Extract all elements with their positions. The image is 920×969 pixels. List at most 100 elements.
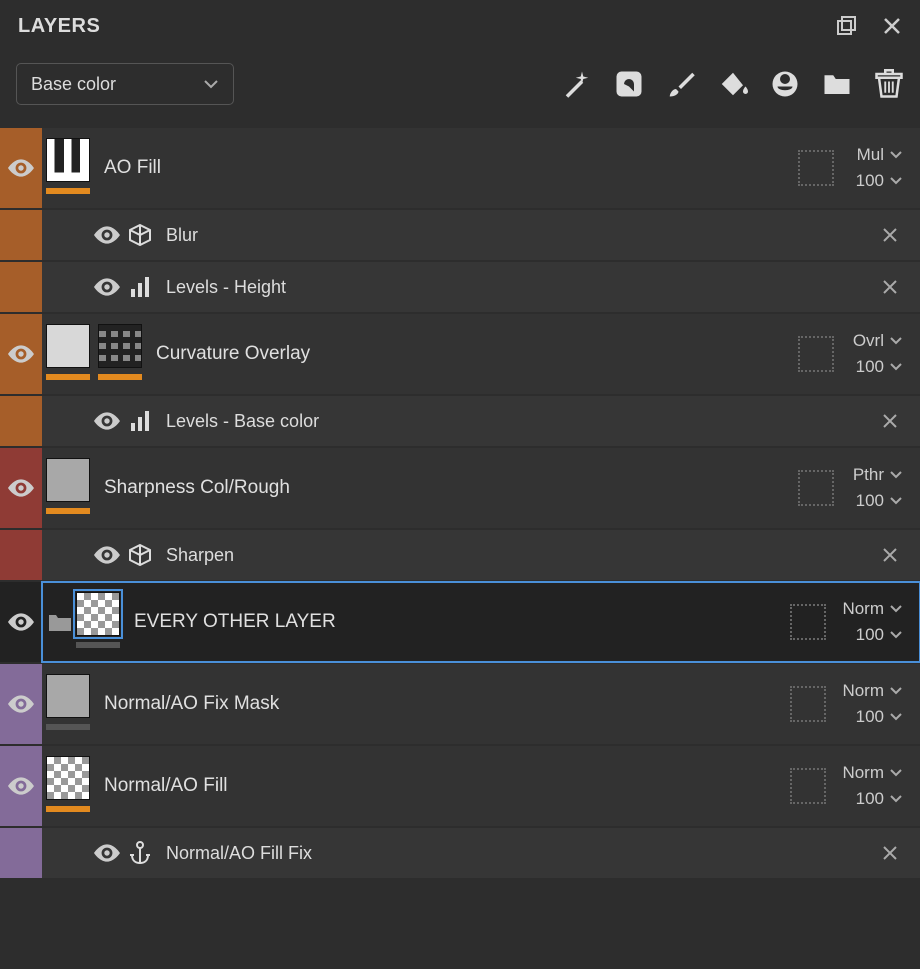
thumbnail[interactable]: [46, 458, 90, 502]
thumbnail[interactable]: [46, 674, 90, 718]
remove-icon[interactable]: [880, 280, 920, 294]
brush-icon[interactable]: [666, 69, 696, 99]
blend-mode-select[interactable]: Ovrl: [853, 331, 902, 351]
color-bar: [0, 582, 42, 662]
visibility-toggle[interactable]: [0, 158, 42, 178]
color-bar: [0, 746, 42, 826]
mask-slot[interactable]: [798, 470, 834, 506]
remove-icon[interactable]: [880, 846, 920, 860]
sublayer-label[interactable]: Sharpen: [166, 545, 234, 566]
visibility-toggle[interactable]: [86, 843, 128, 863]
sublayer-label[interactable]: Normal/AO Fill Fix: [166, 843, 312, 864]
layer-ao-fill[interactable]: AO Fill Mul 100: [0, 128, 920, 208]
layer-curvature-overlay[interactable]: Curvature Overlay Ovrl 100: [0, 314, 920, 394]
layer-label[interactable]: Sharpness Col/Rough: [104, 477, 290, 499]
thumbnail[interactable]: [46, 138, 90, 182]
anchor-icon: [128, 841, 152, 865]
levels-icon: [128, 275, 152, 299]
layer-thumbnails: [46, 746, 90, 826]
remove-icon[interactable]: [880, 548, 920, 562]
visibility-toggle[interactable]: [0, 478, 42, 498]
blend-mode-select[interactable]: Pthr: [853, 465, 902, 485]
layer-normal-ao-fix-mask[interactable]: Normal/AO Fix Mask Norm 100: [0, 664, 920, 744]
blend-mode-select[interactable]: Norm: [842, 763, 902, 783]
opacity-select[interactable]: 100: [856, 491, 902, 511]
color-bar: [0, 396, 42, 446]
sublayer-label[interactable]: Levels - Base color: [166, 411, 319, 432]
color-bar: [0, 128, 42, 208]
visibility-toggle[interactable]: [86, 225, 128, 245]
layer-thumbnails: [46, 128, 90, 208]
mask-slot[interactable]: [790, 686, 826, 722]
layer-normal-ao-fill[interactable]: Normal/AO Fill Norm 100: [0, 746, 920, 826]
channel-selector[interactable]: Base color: [16, 63, 234, 105]
layer-every-other[interactable]: EVERY OTHER LAYER Norm 100: [0, 582, 920, 662]
folder-icon[interactable]: [822, 69, 852, 99]
close-icon[interactable]: [882, 16, 902, 36]
panel-title: LAYERS: [18, 15, 100, 38]
remove-icon[interactable]: [880, 414, 920, 428]
visibility-toggle[interactable]: [86, 545, 128, 565]
visibility-toggle[interactable]: [0, 776, 42, 796]
thumbnail-mask[interactable]: [98, 324, 142, 368]
substance-icon: [128, 543, 152, 567]
channel-indicator: [46, 806, 90, 812]
visibility-toggle[interactable]: [0, 612, 42, 632]
sublayer-label[interactable]: Blur: [166, 225, 198, 246]
layer-label[interactable]: AO Fill: [104, 157, 161, 179]
mask-slot[interactable]: [790, 768, 826, 804]
layer-thumbnails: [76, 582, 120, 662]
remove-icon[interactable]: [880, 228, 920, 242]
substance-icon: [128, 223, 152, 247]
layers-list: AO Fill Mul 100 Blur: [0, 128, 920, 878]
channel-indicator: [98, 374, 142, 380]
sublayer-levels-basecolor[interactable]: Levels - Base color: [0, 396, 920, 446]
channel-indicator: [46, 374, 90, 380]
layer-label[interactable]: Normal/AO Fill: [104, 775, 228, 797]
detach-icon[interactable]: [836, 16, 856, 36]
channel-selector-label: Base color: [31, 74, 116, 95]
channel-indicator: [46, 508, 90, 514]
fill-bucket-icon[interactable]: [718, 69, 748, 99]
color-bar: [0, 210, 42, 260]
blend-mode-select[interactable]: Norm: [842, 599, 902, 619]
blend-mode-select[interactable]: Mul: [857, 145, 902, 165]
mask-slot[interactable]: [790, 604, 826, 640]
thumbnail[interactable]: [46, 324, 90, 368]
opacity-select[interactable]: 100: [856, 625, 902, 645]
channel-indicator: [46, 188, 90, 194]
visibility-toggle[interactable]: [0, 694, 42, 714]
trash-icon[interactable]: [874, 69, 904, 99]
sublayer-normal-ao-fill-fix[interactable]: Normal/AO Fill Fix: [0, 828, 920, 878]
layer-sharpness[interactable]: Sharpness Col/Rough Pthr 100: [0, 448, 920, 528]
color-bar: [0, 530, 42, 580]
magic-wand-icon[interactable]: [562, 69, 592, 99]
color-bar: [0, 828, 42, 878]
color-bar: [0, 262, 42, 312]
blend-mode-select[interactable]: Norm: [842, 681, 902, 701]
effect-icon[interactable]: [614, 69, 644, 99]
layer-label[interactable]: EVERY OTHER LAYER: [134, 611, 336, 633]
sublayer-sharpen[interactable]: Sharpen: [0, 530, 920, 580]
visibility-toggle[interactable]: [86, 411, 128, 431]
sublayer-levels-height[interactable]: Levels - Height: [0, 262, 920, 312]
visibility-toggle[interactable]: [0, 344, 42, 364]
color-bar: [0, 664, 42, 744]
smart-material-icon[interactable]: [770, 69, 800, 99]
opacity-select[interactable]: 100: [856, 171, 902, 191]
sublayer-blur[interactable]: Blur: [0, 210, 920, 260]
layer-label[interactable]: Normal/AO Fix Mask: [104, 693, 279, 715]
thumbnail[interactable]: [76, 592, 120, 636]
layer-label[interactable]: Curvature Overlay: [156, 343, 310, 365]
layer-thumbnails: [46, 314, 142, 394]
sublayer-label[interactable]: Levels - Height: [166, 277, 286, 298]
color-bar: [0, 448, 42, 528]
layers-panel: LAYERS Base color: [0, 0, 920, 969]
opacity-select[interactable]: 100: [856, 707, 902, 727]
opacity-select[interactable]: 100: [856, 357, 902, 377]
visibility-toggle[interactable]: [86, 277, 128, 297]
mask-slot[interactable]: [798, 336, 834, 372]
opacity-select[interactable]: 100: [856, 789, 902, 809]
thumbnail[interactable]: [46, 756, 90, 800]
mask-slot[interactable]: [798, 150, 834, 186]
